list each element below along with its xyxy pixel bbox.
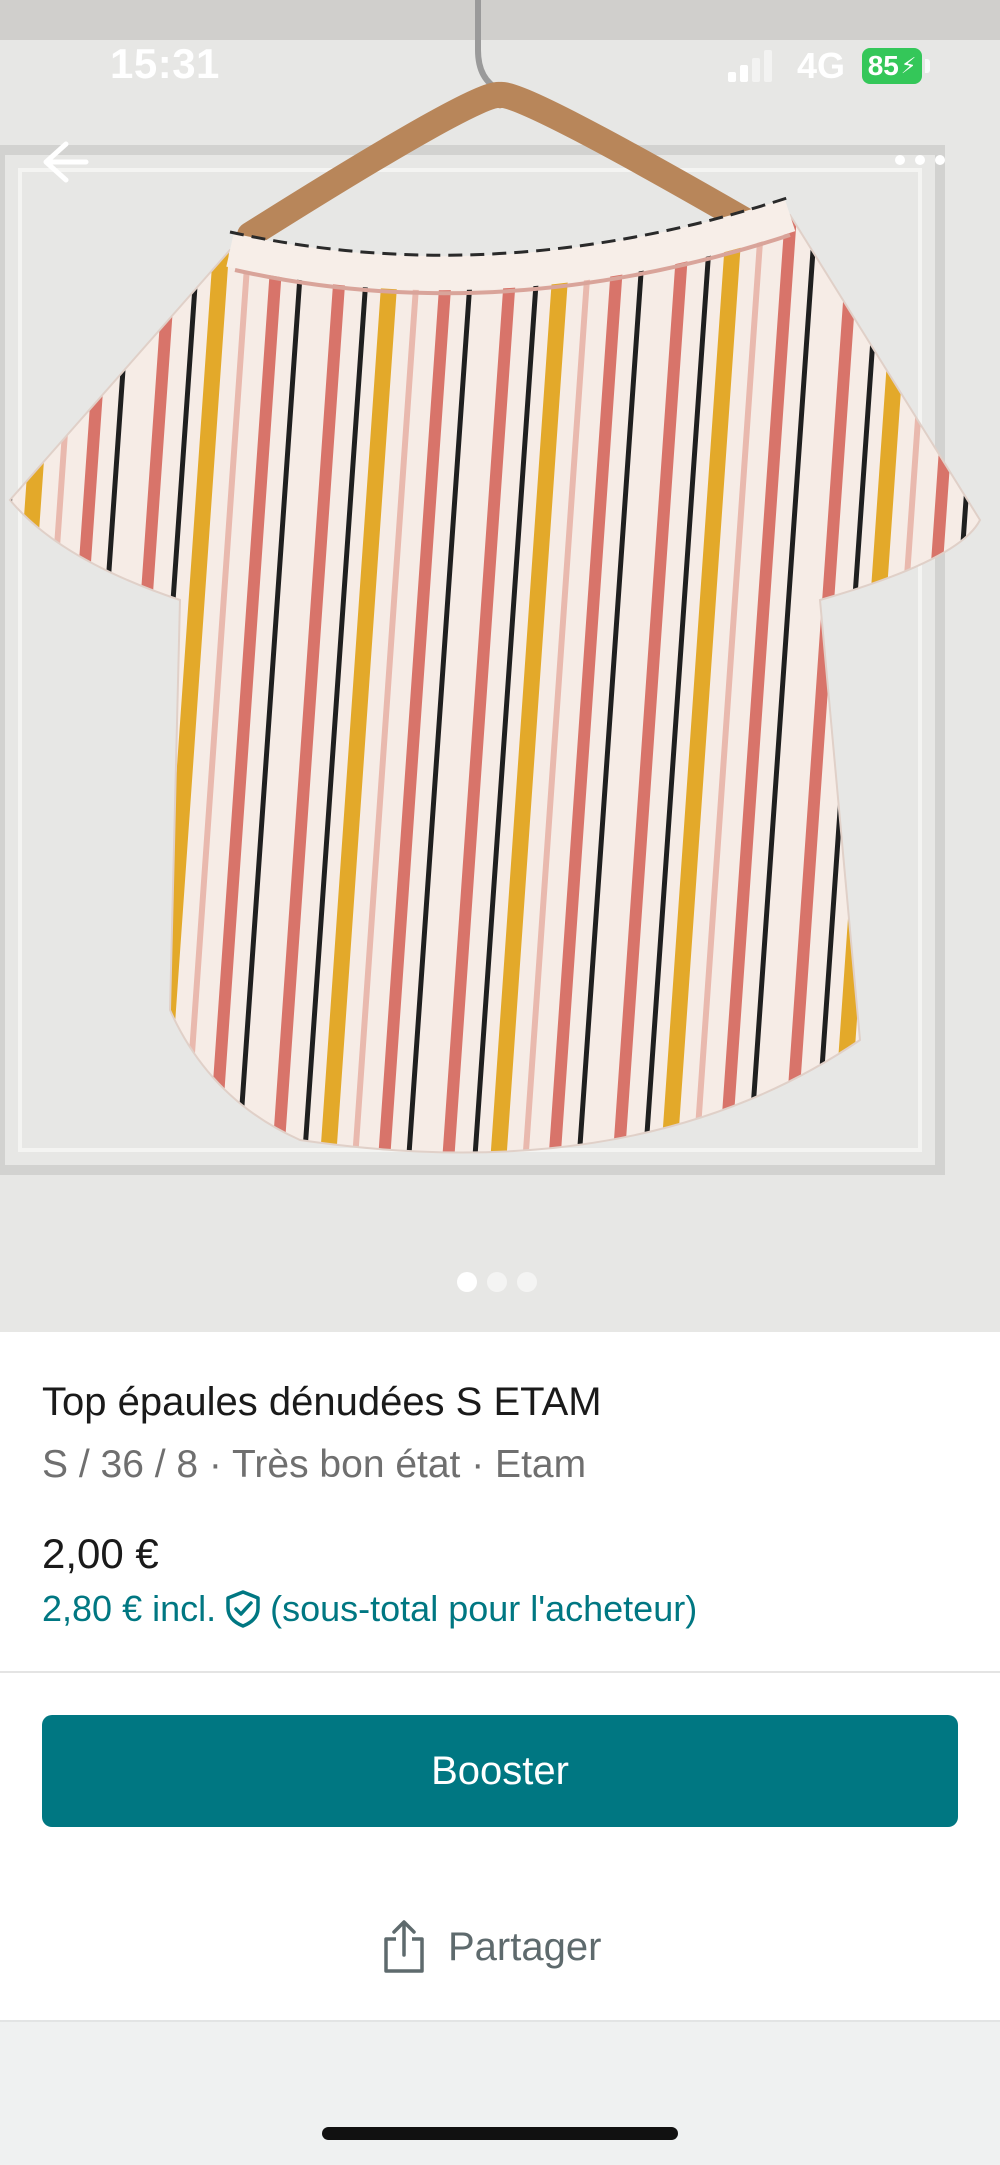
item-details: Top épaules dénudées S ETAM S / 36 / 8 ·… — [42, 1370, 958, 1487]
item-photo-gallery[interactable]: 15:31 4G 85 ⚡ — [0, 0, 1000, 1332]
item-photo — [0, 0, 1000, 1332]
home-indicator[interactable] — [322, 2127, 678, 2140]
buyer-price-info[interactable]: 2,80 € incl. (sous-total pour l'acheteur… — [42, 1588, 697, 1630]
more-options-button[interactable] — [890, 150, 970, 200]
network-label: 4G — [797, 45, 846, 86]
status-bar: 15:31 4G 85 ⚡ — [0, 0, 1000, 130]
gallery-dot-1[interactable] — [457, 1272, 477, 1292]
battery-indicator: 85 ⚡ — [862, 48, 922, 84]
item-title: Top épaules dénudées S ETAM — [42, 1380, 602, 1424]
gallery-dot-2[interactable] — [487, 1272, 507, 1292]
back-button[interactable] — [40, 140, 110, 200]
gallery-dot-3[interactable] — [517, 1272, 537, 1292]
bottom-section — [0, 2020, 1000, 2165]
charging-bolt-icon: ⚡ — [900, 53, 917, 78]
buyer-price: 2,80 € incl. — [42, 1588, 217, 1629]
battery-cap — [925, 59, 930, 73]
status-time: 15:31 — [110, 40, 220, 87]
gallery-pagination[interactable] — [457, 1272, 537, 1292]
share-icon — [384, 1920, 424, 1973]
item-price: 2,00 € — [42, 1530, 159, 1577]
back-arrow-icon — [43, 141, 89, 183]
booster-button[interactable]: Booster — [42, 1715, 958, 1827]
signal-icon — [728, 50, 772, 82]
item-attributes: S / 36 / 8 · Très bon état · Etam — [42, 1443, 587, 1486]
shield-check-icon — [226, 1590, 260, 1628]
more-options-icon — [895, 155, 945, 165]
share-button[interactable]: Partager — [380, 1912, 601, 1982]
buyer-price-note: (sous-total pour l'acheteur) — [270, 1588, 698, 1629]
share-label: Partager — [448, 1924, 602, 1969]
battery-level: 85 — [867, 50, 899, 81]
divider — [0, 1671, 1000, 1673]
